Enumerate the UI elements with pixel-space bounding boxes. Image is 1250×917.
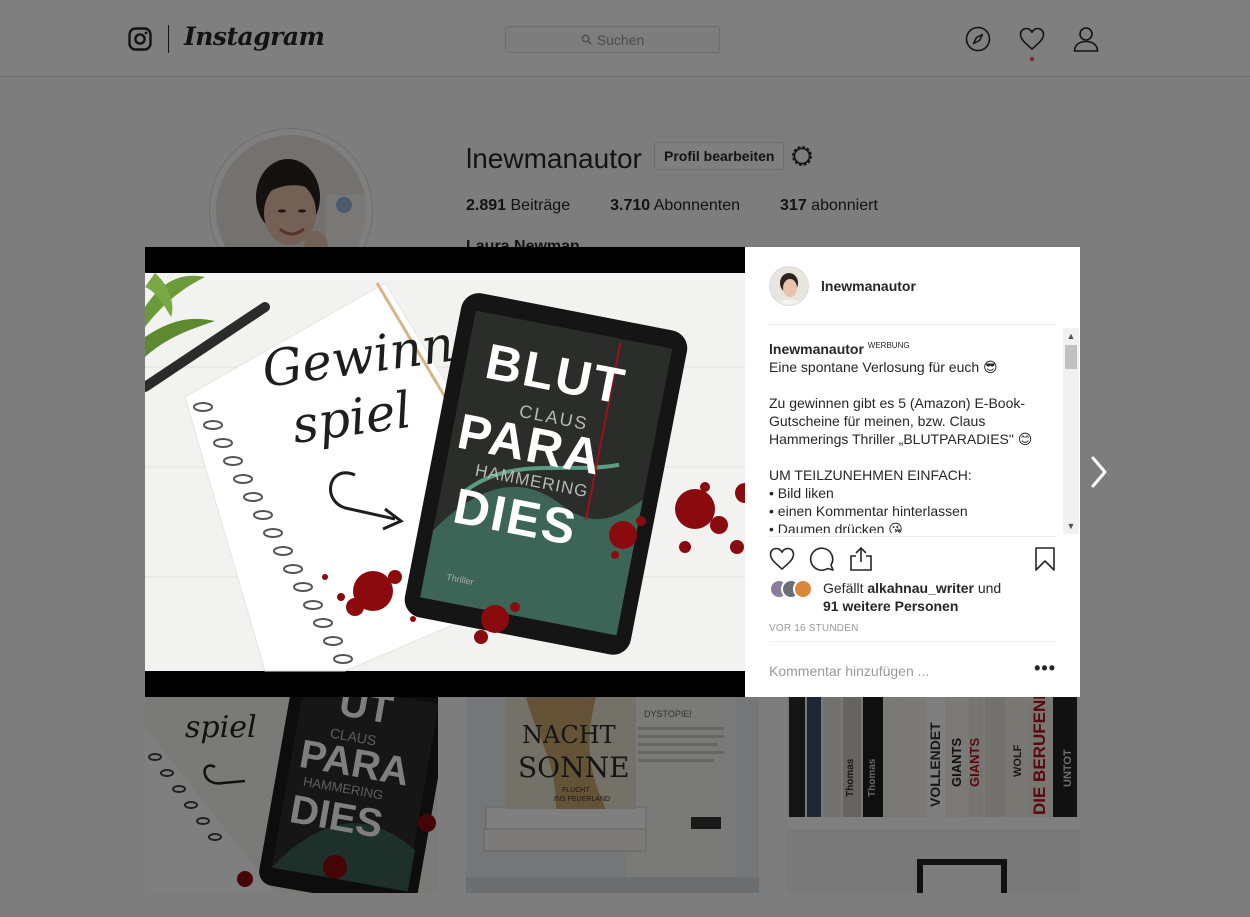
scrollbar-thumb[interactable]	[1065, 345, 1077, 369]
post-image: Gewinn spiel BLUT CLAUS PARA HAMMERING D…	[145, 247, 745, 697]
post-sidebar: lnewmanautor lnewmanautor WERBUNG Eine s…	[745, 247, 1080, 697]
caption-line	[769, 448, 1056, 466]
more-options-icon[interactable]: •••	[1034, 658, 1056, 679]
share-icon[interactable]	[848, 546, 874, 572]
caption-scrollbar[interactable]: ▲ ▼	[1063, 328, 1079, 534]
caption-line: UM TEILZUNEHMEN EINFACH:	[769, 467, 972, 483]
post-header: lnewmanautor	[769, 247, 1056, 325]
liker-username[interactable]: alkahnau_writer	[867, 580, 974, 596]
scroll-down-arrow-icon[interactable]: ▼	[1063, 518, 1079, 534]
post-author-username[interactable]: lnewmanautor	[821, 278, 916, 294]
post-media[interactable]: Gewinn spiel BLUT CLAUS PARA HAMMERING D…	[145, 247, 745, 697]
author-avatar-photo	[770, 266, 808, 305]
bookmark-save-icon[interactable]	[1034, 546, 1056, 572]
like-heart-icon[interactable]	[769, 546, 795, 572]
caption-line: Eine spontane Verlosung für euch 😎	[769, 359, 998, 375]
likes-count-link[interactable]: 91 weitere Personen	[823, 598, 958, 614]
comment-input[interactable]: Kommentar hinzufügen ...	[769, 663, 929, 679]
caption-tag: WERBUNG	[867, 341, 910, 350]
caption-line: • Daumen drücken 😘	[769, 521, 903, 533]
caption-line: Zu gewinnen gibt es 5 (Amazon) E-Book-Gu…	[769, 395, 1033, 447]
post-actions	[769, 536, 1056, 576]
likes-text: Gefällt alkahnau_writer und 91 weitere P…	[823, 580, 1002, 614]
comment-bar: Kommentar hinzufügen ... •••	[769, 641, 1056, 697]
comment-bubble-icon[interactable]	[809, 546, 835, 572]
caption-author[interactable]: lnewmanautor	[769, 341, 864, 357]
liker-avatars[interactable]	[769, 579, 823, 601]
author-avatar[interactable]	[769, 265, 809, 306]
scroll-up-arrow-icon[interactable]: ▲	[1063, 328, 1079, 344]
caption-line: • einen Kommentar hinterlassen	[769, 503, 968, 519]
next-post-arrow-icon[interactable]	[1089, 454, 1111, 490]
post-caption: lnewmanautor WERBUNG Eine spontane Verlo…	[769, 337, 1056, 533]
post-timestamp[interactable]: VOR 16 STUNDEN	[769, 623, 859, 634]
caption-line: • Bild liken	[769, 485, 834, 501]
liker-avatar	[793, 579, 813, 599]
likes-summary: Gefällt alkahnau_writer und 91 weitere P…	[769, 579, 1056, 617]
caption-line	[769, 376, 1056, 394]
